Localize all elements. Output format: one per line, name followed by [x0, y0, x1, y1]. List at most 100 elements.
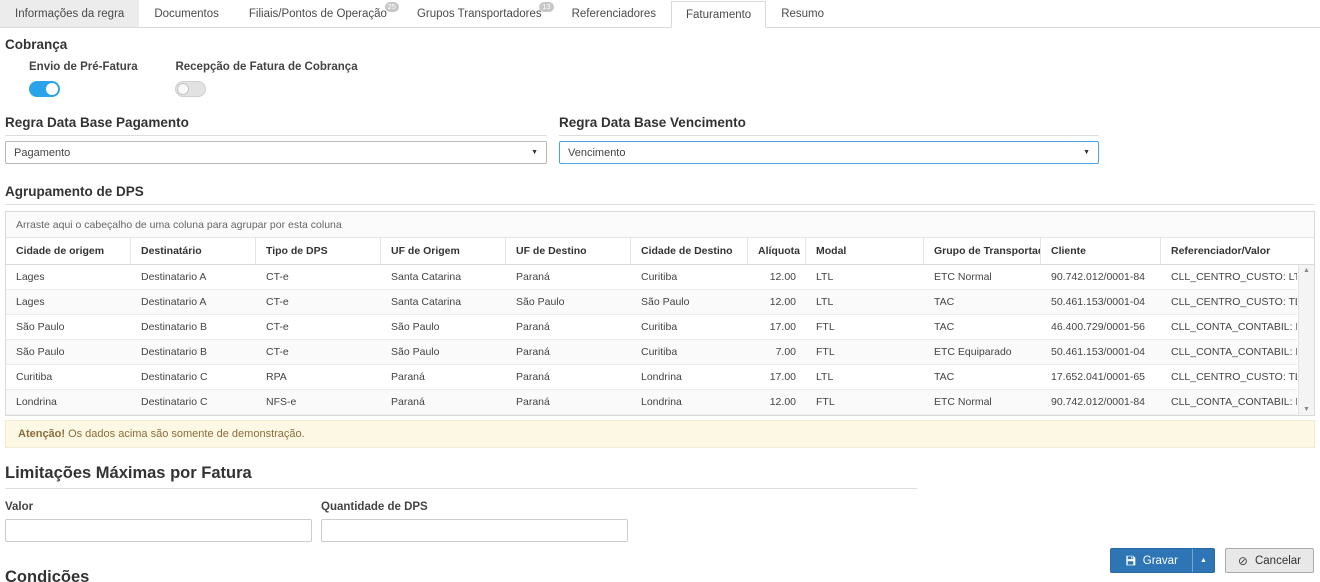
table-row[interactable]: São PauloDestinatario BCT-eSão PauloPara…	[6, 340, 1297, 365]
tab-count-badge: 13	[539, 2, 553, 12]
tab-label: Referenciadores	[572, 8, 656, 20]
scroll-down-icon[interactable]: ▼	[1303, 406, 1310, 413]
column-header[interactable]: Grupo de Transportador	[924, 238, 1041, 264]
table-row[interactable]: São PauloDestinatario BCT-eSão PauloPara…	[6, 315, 1297, 340]
valor-input[interactable]	[5, 519, 312, 542]
table-cell: LTL	[806, 290, 924, 314]
cobranca-title: Cobrança	[5, 37, 1315, 52]
scroll-up-icon[interactable]: ▲	[1303, 267, 1310, 274]
table-cell: Santa Catarina	[381, 265, 506, 289]
tab-bar: Informações da regraDocumentosFiliais/Po…	[0, 0, 1320, 28]
column-header[interactable]: Alíquota	[748, 238, 806, 264]
table-cell: FTL	[806, 315, 924, 339]
table-cell: TAC	[924, 315, 1041, 339]
table-cell: CT-e	[256, 265, 381, 289]
toggle-knob	[46, 83, 58, 95]
tab-faturamento[interactable]: Faturamento	[671, 1, 766, 28]
column-header[interactable]: Cliente	[1041, 238, 1161, 264]
grid-header-row: Cidade de origemDestinatárioTipo de DPSU…	[6, 238, 1314, 265]
tab-grupos-transportadores[interactable]: Grupos Transportadores13	[402, 0, 557, 27]
quantidade-field-group: Quantidade de DPS	[321, 501, 628, 542]
table-cell: 12.00	[748, 390, 806, 414]
tab-informa-es-da-regra[interactable]: Informações da regra	[0, 0, 139, 27]
recepcao-label: Recepção de Fatura de Cobrança	[175, 61, 357, 73]
column-header[interactable]: Modal	[806, 238, 924, 264]
table-cell: ETC Normal	[924, 265, 1041, 289]
table-cell: Lages	[6, 290, 131, 314]
column-header[interactable]: UF de Destino	[506, 238, 631, 264]
table-cell: Destinatario C	[131, 390, 256, 414]
tab-referenciadores[interactable]: Referenciadores	[557, 0, 671, 27]
regra-vencimento-group: Regra Data Base Vencimento Vencimento ▼	[559, 115, 1099, 164]
table-cell: ETC Equiparado	[924, 340, 1041, 364]
tab-count-badge: 25	[385, 2, 399, 12]
table-cell: 17.00	[748, 365, 806, 389]
drag-hint-text: Arraste aqui o cabeçalho de uma coluna p…	[16, 219, 342, 231]
column-header[interactable]: Destinatário	[131, 238, 256, 264]
save-button[interactable]: Gravar	[1111, 549, 1192, 572]
regra-vencimento-select[interactable]: Vencimento ▼	[559, 141, 1099, 164]
table-cell: CLL_CENTRO_CUSTO: LTL_DIST	[1161, 265, 1297, 289]
tab-resumo[interactable]: Resumo	[766, 0, 839, 27]
table-cell: CT-e	[256, 340, 381, 364]
quantidade-dps-input[interactable]	[321, 519, 628, 542]
table-row[interactable]: LondrinaDestinatario CNFS-eParanáParanáL…	[6, 390, 1297, 415]
table-cell: 12.00	[748, 290, 806, 314]
recepcao-toggle[interactable]	[175, 81, 206, 97]
column-header[interactable]: UF de Origem	[381, 238, 506, 264]
cancel-button-label: Cancelar	[1255, 555, 1301, 567]
table-cell: CT-e	[256, 290, 381, 314]
chevron-down-icon: ▼	[1083, 149, 1090, 156]
valor-label: Valor	[5, 501, 312, 513]
table-cell: Curitiba	[6, 365, 131, 389]
tab-label: Grupos Transportadores	[417, 8, 542, 20]
recepcao-toggle-group: Recepção de Fatura de Cobrança	[175, 61, 357, 97]
table-cell: NFS-e	[256, 390, 381, 414]
tab-label: Resumo	[781, 8, 824, 20]
column-header[interactable]: Cidade de origem	[6, 238, 131, 264]
table-cell: Destinatario B	[131, 315, 256, 339]
table-cell: 17.00	[748, 315, 806, 339]
table-cell: Paraná	[506, 315, 631, 339]
save-options-caret[interactable]: ▲	[1192, 549, 1214, 572]
cancel-icon: ⊘	[1238, 554, 1248, 568]
cobranca-section: Cobrança Envio de Pré-Fatura Recepção de…	[5, 37, 1315, 97]
table-cell: Londrina	[6, 390, 131, 414]
column-header[interactable]: Cidade de Destino	[631, 238, 748, 264]
grid-group-drop-area[interactable]: Arraste aqui o cabeçalho de uma coluna p…	[6, 212, 1314, 238]
table-cell: Destinatario C	[131, 365, 256, 389]
pre-fatura-toggle[interactable]	[29, 81, 60, 97]
column-header[interactable]: Tipo de DPS	[256, 238, 381, 264]
tab-filiais-pontos-de-opera-o[interactable]: Filiais/Pontos de Operação25	[234, 0, 402, 27]
tab-documentos[interactable]: Documentos	[139, 0, 234, 27]
table-cell: Santa Catarina	[381, 290, 506, 314]
table-cell: ETC Normal	[924, 390, 1041, 414]
table-row[interactable]: LagesDestinatario ACT-eSanta CatarinaSão…	[6, 290, 1297, 315]
table-cell: Curitiba	[631, 265, 748, 289]
grid-scrollbar[interactable]: ▲ ▼	[1298, 265, 1314, 415]
cancel-button[interactable]: ⊘ Cancelar	[1225, 548, 1314, 573]
table-row[interactable]: LagesDestinatario ACT-eSanta CatarinaPar…	[6, 265, 1297, 290]
table-cell: São Paulo	[506, 290, 631, 314]
regra-pagamento-select[interactable]: Pagamento ▼	[5, 141, 547, 164]
regra-pagamento-group: Regra Data Base Pagamento Pagamento ▼	[5, 115, 547, 164]
table-cell: Destinatario B	[131, 340, 256, 364]
table-row[interactable]: CuritibaDestinatario CRPAParanáParanáLon…	[6, 365, 1297, 390]
table-cell: Curitiba	[631, 340, 748, 364]
table-cell: São Paulo	[381, 315, 506, 339]
table-cell: CLL_CONTA_CONTABIL: DEPART_B	[1161, 340, 1297, 364]
table-cell: 50.461.153/0001-04	[1041, 290, 1161, 314]
table-cell: LTL	[806, 365, 924, 389]
table-cell: FTL	[806, 390, 924, 414]
action-bar: Gravar ▲ ⊘ Cancelar	[1110, 548, 1314, 573]
column-header[interactable]: Referenciador/Valor	[1161, 238, 1297, 264]
agrupamento-section: Agrupamento de DPS Arraste aqui o cabeça…	[5, 184, 1315, 416]
tab-label: Faturamento	[686, 9, 751, 21]
pre-fatura-toggle-group: Envio de Pré-Fatura	[29, 61, 171, 97]
table-cell: São Paulo	[631, 290, 748, 314]
demo-warning-banner: Atenção!Os dados acima são somente de de…	[5, 420, 1315, 448]
warning-text: Os dados acima são somente de demonstraç…	[68, 428, 305, 440]
dps-grid: Arraste aqui o cabeçalho de uma coluna p…	[5, 211, 1315, 416]
table-cell: LTL	[806, 265, 924, 289]
tab-label: Filiais/Pontos de Operação	[249, 8, 387, 20]
